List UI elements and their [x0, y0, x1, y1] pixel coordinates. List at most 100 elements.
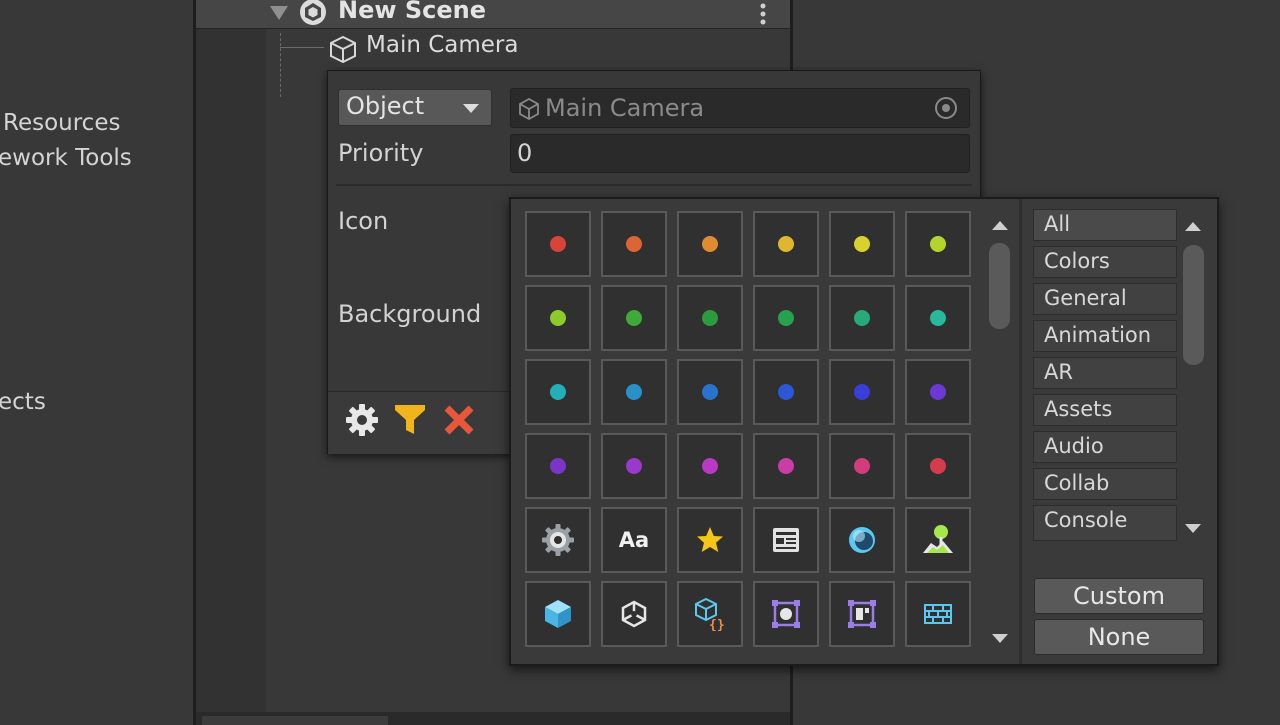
scrollbar-thumb[interactable] — [989, 243, 1010, 329]
custom-button[interactable]: Custom — [1034, 578, 1204, 614]
foldout-arrow-icon[interactable] — [270, 6, 288, 20]
icon-cell[interactable]: {} — [677, 581, 743, 647]
gameobject-cube-icon — [519, 97, 539, 121]
icon-cell[interactable] — [677, 507, 743, 573]
hierarchy-gutter — [196, 28, 266, 718]
background-label: Background — [338, 300, 482, 328]
color-dot-icon — [702, 236, 718, 252]
icon-cell[interactable] — [829, 507, 895, 573]
color-dot-cell[interactable] — [677, 433, 743, 499]
scroll-up-icon[interactable] — [1185, 222, 1201, 231]
color-dot-cell[interactable] — [677, 359, 743, 425]
svg-text:{}: {} — [709, 618, 725, 631]
color-dot-cell[interactable] — [829, 433, 895, 499]
icon-cell[interactable] — [601, 581, 667, 647]
cube-icon — [542, 598, 574, 630]
scroll-down-icon[interactable] — [992, 634, 1008, 643]
icon-grid: Aa {} — [511, 199, 981, 664]
color-dot-icon — [550, 458, 566, 474]
priority-value: 0 — [517, 139, 533, 167]
scene-header-row[interactable]: New Scene — [196, 0, 790, 29]
type-dropdown-label: Object — [346, 92, 425, 120]
scene-name: New Scene — [338, 0, 487, 24]
color-dot-cell[interactable] — [677, 285, 743, 351]
color-dot-cell[interactable] — [905, 211, 971, 277]
divider — [1019, 199, 1022, 664]
icon-cell[interactable] — [829, 581, 895, 647]
category-ar[interactable]: AR — [1033, 357, 1177, 389]
category-console[interactable]: Console — [1033, 505, 1177, 541]
color-dot-cell[interactable] — [905, 433, 971, 499]
transform-square-icon — [770, 598, 802, 630]
category-colors[interactable]: Colors — [1033, 246, 1177, 278]
color-dot-icon — [550, 310, 566, 326]
category-assets[interactable]: Assets — [1033, 394, 1177, 426]
text-aa-icon: Aa — [618, 528, 650, 552]
more-options-icon[interactable] — [757, 2, 769, 26]
color-dot-icon — [626, 458, 642, 474]
filter-icon[interactable] — [394, 403, 426, 437]
category-all[interactable]: All — [1033, 209, 1177, 241]
category-collab[interactable]: Collab — [1033, 468, 1177, 500]
icon-cell[interactable]: Aa — [601, 507, 667, 573]
color-dot-cell[interactable] — [601, 211, 667, 277]
color-dot-cell[interactable] — [829, 359, 895, 425]
color-dot-cell[interactable] — [753, 433, 819, 499]
category-animation[interactable]: Animation — [1033, 320, 1177, 352]
close-icon[interactable] — [443, 404, 475, 436]
icon-cell[interactable] — [905, 507, 971, 573]
color-dot-icon — [550, 384, 566, 400]
color-dot-cell[interactable] — [905, 359, 971, 425]
color-dot-cell[interactable] — [905, 285, 971, 351]
object-picker-target-icon[interactable] — [935, 97, 957, 119]
color-dot-cell[interactable] — [677, 211, 743, 277]
icon-cell[interactable] — [525, 507, 591, 573]
icon-picker-popup: Aa {} All Colors General Animation AR Ass… — [509, 197, 1219, 666]
icon-cell[interactable] — [905, 581, 971, 647]
icon-cell[interactable] — [525, 581, 591, 647]
panel-toolbar — [328, 391, 512, 454]
none-button[interactable]: None — [1034, 619, 1204, 655]
layout-panel-icon — [846, 598, 878, 630]
color-dot-cell[interactable] — [601, 285, 667, 351]
priority-field[interactable]: 0 — [510, 134, 970, 173]
type-dropdown[interactable]: Object — [338, 89, 492, 126]
settings-gear-icon — [541, 523, 575, 557]
bottom-panel-tab[interactable] — [202, 716, 388, 725]
color-dot-cell[interactable] — [525, 211, 591, 277]
object-field[interactable]: Main Camera — [510, 88, 970, 128]
color-dot-cell[interactable] — [525, 285, 591, 351]
project-item-resources[interactable]: Resources — [3, 110, 120, 136]
category-audio[interactable]: Audio — [1033, 431, 1177, 463]
scrollbar-thumb[interactable] — [1183, 245, 1204, 365]
project-item-effects[interactable]: ects — [0, 389, 46, 415]
color-dot-icon — [854, 310, 870, 326]
color-dot-cell[interactable] — [753, 211, 819, 277]
project-item-framework-tools[interactable]: ework Tools — [0, 145, 132, 171]
color-dot-cell[interactable] — [753, 359, 819, 425]
hierarchy-item-label: Main Camera — [366, 32, 519, 58]
icon-cell[interactable] — [753, 581, 819, 647]
color-dot-cell[interactable] — [601, 433, 667, 499]
category-general[interactable]: General — [1033, 283, 1177, 315]
scroll-down-icon[interactable] — [1185, 524, 1201, 533]
divider — [336, 184, 972, 186]
gear-icon[interactable] — [345, 403, 379, 437]
color-dot-cell[interactable] — [829, 285, 895, 351]
color-dot-icon — [930, 384, 946, 400]
color-dot-cell[interactable] — [525, 433, 591, 499]
color-dot-icon — [702, 310, 718, 326]
color-dot-cell[interactable] — [601, 359, 667, 425]
scroll-up-icon[interactable] — [992, 221, 1008, 230]
color-dot-icon — [778, 310, 794, 326]
color-dot-icon — [702, 384, 718, 400]
icon-cell[interactable] — [753, 507, 819, 573]
grid-icon — [922, 598, 954, 630]
gameobject-cube-icon — [330, 35, 356, 64]
color-dot-icon — [550, 236, 566, 252]
color-dot-cell[interactable] — [525, 359, 591, 425]
object-field-value: Main Camera — [545, 94, 705, 122]
priority-label: Priority — [338, 139, 424, 167]
color-dot-cell[interactable] — [829, 211, 895, 277]
color-dot-cell[interactable] — [753, 285, 819, 351]
